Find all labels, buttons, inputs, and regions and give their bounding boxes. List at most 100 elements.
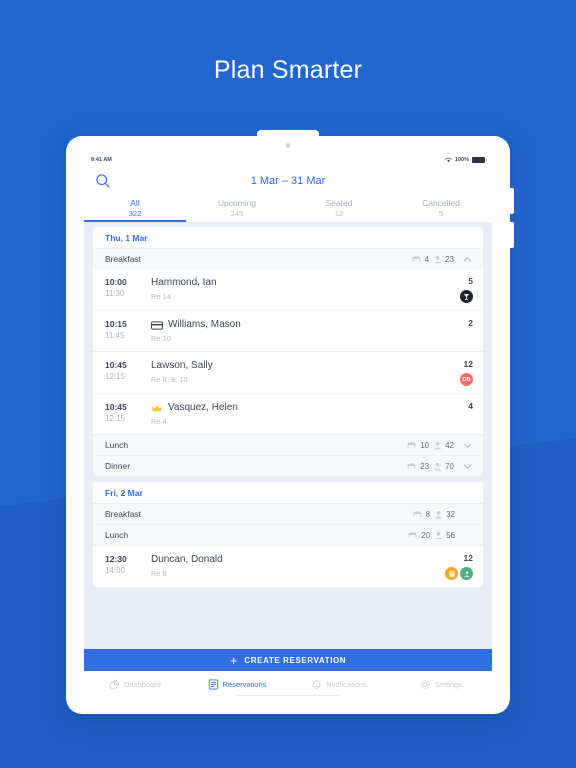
reservation-meta: 4 <box>431 401 473 412</box>
meal-header-lunch[interactable]: Lunch 20 56 <box>93 524 483 545</box>
table-icon <box>408 531 417 538</box>
guests-count: 56 <box>446 530 455 540</box>
cover-count: 12 <box>463 553 473 563</box>
status-bar-time: 9:41 AM <box>91 156 112 163</box>
nav-notifications-label: Notifications <box>326 679 367 689</box>
time-start: 10:45 <box>105 360 127 370</box>
time-end: 11:45 <box>105 331 125 340</box>
time-start: 10:45 <box>105 402 127 412</box>
reservation-details: Hammond, Ian Re 14 <box>149 276 431 302</box>
meal-header-breakfast[interactable]: Breakfast 4 23 <box>93 248 483 269</box>
tab-upcoming[interactable]: Upcoming 245 <box>186 195 288 222</box>
tab-all[interactable]: All 322 <box>84 195 186 222</box>
dining-icon <box>463 293 470 300</box>
tab-seated-count: 12 <box>334 209 344 218</box>
create-reservation-label: CREATE RESERVATION <box>244 655 347 665</box>
header-top-bar: 1 Mar – 31 Mar <box>84 166 492 195</box>
bell-icon <box>312 679 321 689</box>
time-end: 12:15 <box>105 414 126 423</box>
reservation-row[interactable]: 12:30 14:00 Duncan, Donald Re 8 12 <box>93 545 483 587</box>
guest-name: Vasquez, Helen <box>168 402 238 413</box>
reservation-details: Duncan, Donald Re 8 <box>149 553 431 579</box>
reservation-row[interactable]: 10:45 12:15 Lawson, Sally Re 8, 9, 10 12… <box>93 351 483 393</box>
meal-header-lunch[interactable]: Lunch 10 42 <box>93 434 483 455</box>
reservation-time: 10:45 12:15 <box>105 359 149 382</box>
nav-item-settings[interactable]: Settings <box>390 679 492 690</box>
tables-count: 10 <box>420 440 430 450</box>
tab-upcoming-count: 245 <box>230 209 244 218</box>
tab-seated[interactable]: Seated 12 <box>288 195 390 222</box>
day-group-thu-1-mar: Thu, 1 Mar Breakfast 4 23 10:00 11:30 Ha… <box>93 227 483 476</box>
reservations-icon <box>208 679 218 689</box>
status-badge[interactable] <box>460 290 473 303</box>
cover-count: 12 <box>463 359 473 369</box>
date-range-label[interactable]: 1 Mar – 31 Mar <box>251 175 326 187</box>
meal-header-dinner[interactable]: Dinner 23 70 <box>93 455 483 476</box>
search-button[interactable] <box>94 172 112 190</box>
reservation-meta: 2 <box>431 318 473 329</box>
nav-item-notifications[interactable]: Notifications <box>288 679 390 690</box>
device-notch <box>257 130 319 140</box>
tables-count: 23 <box>420 461 430 471</box>
chevron-up-icon[interactable] <box>462 254 473 265</box>
nav-item-dashboard[interactable]: Dashboard <box>84 679 186 690</box>
credit-card-icon <box>151 320 163 330</box>
guest-name: Hammond, Ian <box>151 277 217 288</box>
guests-icon <box>434 510 443 518</box>
chevron-down-icon[interactable] <box>462 461 473 472</box>
reservation-details: Williams, Mason Re 10 <box>149 318 431 344</box>
page-title: Plan Smarter <box>213 56 363 84</box>
cover-count: 4 <box>468 401 473 411</box>
guest-name: Lawson, Sally <box>151 360 213 371</box>
nav-item-reservations[interactable]: Reservations <box>186 679 288 690</box>
day-header: Fri, 2 Mar <box>105 488 143 498</box>
table-assignment: Re 10 <box>151 334 172 343</box>
cover-count: 5 <box>468 276 473 286</box>
nav-reservations-label: Reservations <box>222 679 267 689</box>
dashboard-icon <box>109 679 120 689</box>
time-end: 11:30 <box>105 289 125 298</box>
tab-seated-label: Seated <box>325 198 353 208</box>
battery-percent-label: 100% <box>454 156 469 163</box>
reservations-list[interactable]: Thu, 1 Mar Breakfast 4 23 10:00 11:30 Ha… <box>84 222 492 649</box>
note-icon <box>448 570 455 577</box>
reservation-time: 10:00 11:30 <box>105 276 149 299</box>
time-start: 10:00 <box>105 277 127 287</box>
reservation-row[interactable]: 10:15 11:45 Williams, Mason Re 10 2 <box>93 310 483 351</box>
guests-icon <box>433 462 442 470</box>
device-volume-down-button[interactable] <box>510 222 514 248</box>
day-group-fri-2-mar: Fri, 2 Mar Breakfast 8 32 Lunch 20 56 12… <box>93 482 483 587</box>
reservation-details: Vasquez, Helen Re 4 <box>149 401 431 427</box>
table-icon <box>411 255 421 262</box>
nav-dashboard-label: Dashboard <box>124 679 161 689</box>
tab-all-count: 322 <box>128 209 142 218</box>
chevron-down-icon[interactable] <box>462 440 473 451</box>
guest-name: Williams, Mason <box>168 319 241 330</box>
tab-upcoming-label: Upcoming <box>217 198 257 208</box>
reservation-row[interactable]: 10:00 11:30 Hammond, Ian Re 14 5 <box>93 269 483 310</box>
tab-cancelled[interactable]: Cancelled 5 <box>390 195 492 222</box>
status-badge-ob[interactable]: OB <box>460 373 473 386</box>
app-header: 1 Mar – 31 Mar All 322 Upcoming 245 Seat… <box>84 166 492 222</box>
device-volume-up-button[interactable] <box>510 188 514 214</box>
device-camera <box>285 143 291 148</box>
wifi-icon <box>445 157 452 162</box>
guests-icon <box>434 531 443 539</box>
reservation-row[interactable]: 10:45 12:15 Vasquez, Helen Re 4 4 <box>93 393 483 434</box>
guest-badge[interactable] <box>460 567 473 580</box>
meal-header-breakfast[interactable]: Breakfast 8 32 <box>93 503 483 524</box>
reservation-details: Lawson, Sally Re 8, 9, 10 <box>149 359 431 385</box>
search-icon <box>96 173 110 188</box>
tables-count: 8 <box>425 509 431 519</box>
guests-icon <box>433 255 442 263</box>
reservation-meta: 5 <box>431 276 473 303</box>
app-screen: 9:41 AM 100% 1 Mar – 31 Mar All 322 Upco… <box>84 153 492 697</box>
date-range-picker: 1 Mar – 31 Mar <box>84 175 492 187</box>
crown-icon <box>151 405 163 411</box>
table-assignment: Re 14 <box>151 292 172 301</box>
note-badge[interactable] <box>445 567 458 580</box>
create-reservation-button[interactable]: + CREATE RESERVATION <box>84 649 492 671</box>
meal-name: Breakfast <box>105 254 141 264</box>
guests-count: 32 <box>446 509 455 519</box>
table-assignment: Re 8, 9, 10 <box>151 375 188 384</box>
